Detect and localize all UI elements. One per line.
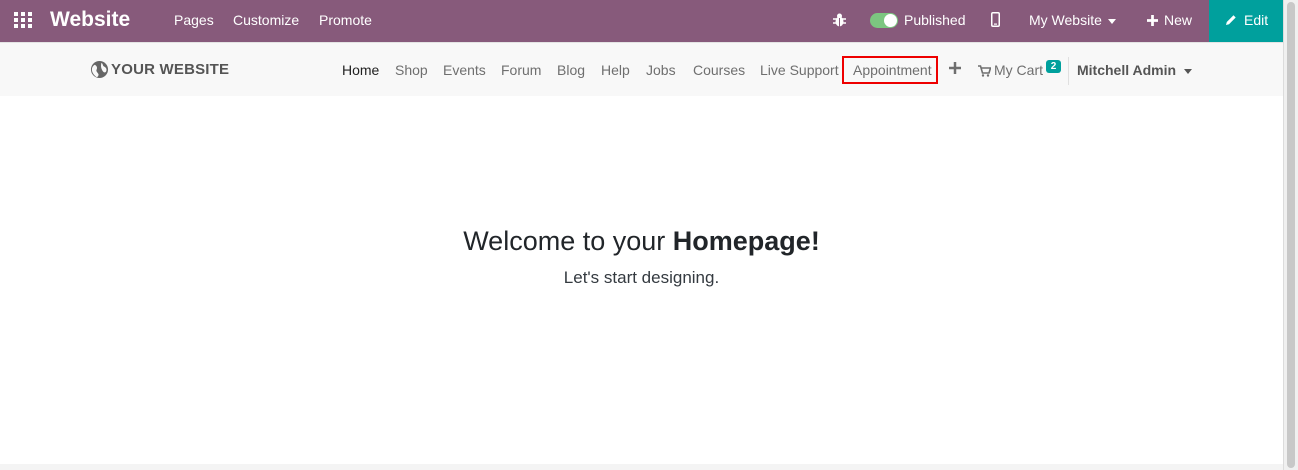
nav-forum[interactable]: Forum	[501, 62, 541, 79]
page-scrollbar[interactable]	[1283, 0, 1298, 470]
nav-shop[interactable]: Shop	[395, 62, 428, 79]
apps-grid-icon[interactable]	[14, 11, 32, 29]
website-selector[interactable]: My Website	[1029, 12, 1116, 29]
nav-courses[interactable]: Courses	[693, 62, 745, 79]
homepage-content: Welcome to your Homepage! Let's start de…	[0, 96, 1283, 464]
nav-events[interactable]: Events	[443, 62, 486, 79]
nav-live-support[interactable]: Live Support	[760, 62, 839, 79]
appointment-highlight-box	[842, 56, 938, 84]
welcome-subtitle: Let's start designing.	[563, 268, 720, 287]
cart-icon	[978, 65, 991, 77]
pencil-icon	[1226, 15, 1236, 25]
user-name: Mitchell Admin	[1077, 62, 1177, 78]
edit-button[interactable]: Edit	[1209, 0, 1283, 42]
website-selector-label: My Website	[1029, 12, 1102, 28]
nav-blog[interactable]: Blog	[557, 62, 585, 79]
welcome-strong: Homepage!	[672, 226, 820, 256]
logo-text: YOUR WEBSITE	[111, 61, 230, 78]
mobile-icon[interactable]	[991, 12, 1000, 27]
new-button[interactable]: New	[1147, 12, 1192, 29]
footer-strip	[0, 464, 1283, 470]
navbar-divider	[1068, 57, 1069, 85]
plus-icon	[1147, 15, 1158, 26]
new-button-label: New	[1164, 12, 1193, 28]
welcome-heading: Welcome to your Homepage!	[0, 224, 1283, 258]
caret-down-icon	[1107, 18, 1116, 24]
app-title[interactable]: Website	[50, 7, 130, 33]
menu-promote[interactable]: Promote	[319, 12, 372, 29]
website-navbar: YOUR WEBSITE Home Shop Events Forum Blog…	[0, 42, 1283, 97]
published-label[interactable]: Published	[904, 12, 966, 29]
nav-jobs[interactable]: Jobs	[646, 62, 676, 79]
bug-icon[interactable]	[832, 12, 847, 28]
globe-icon	[90, 60, 109, 79]
edit-button-label: Edit	[1244, 12, 1269, 28]
add-menu-plus-icon[interactable]	[949, 62, 961, 74]
cart-count-badge: 2	[1046, 60, 1061, 73]
my-cart-label: My Cart	[994, 62, 1043, 78]
scrollbar-thumb[interactable]	[1287, 2, 1295, 468]
nav-help[interactable]: Help	[601, 62, 630, 79]
menu-pages[interactable]: Pages	[174, 12, 214, 29]
published-toggle[interactable]	[870, 13, 898, 28]
admin-top-bar: Website Pages Customize Promote Publishe…	[0, 0, 1283, 42]
caret-down-icon	[1184, 68, 1193, 74]
welcome-prefix: Welcome to your	[463, 226, 666, 256]
menu-customize[interactable]: Customize	[233, 12, 299, 29]
user-menu[interactable]: Mitchell Admin	[1077, 62, 1193, 79]
toggle-knob	[884, 14, 897, 27]
nav-home[interactable]: Home	[342, 62, 379, 79]
